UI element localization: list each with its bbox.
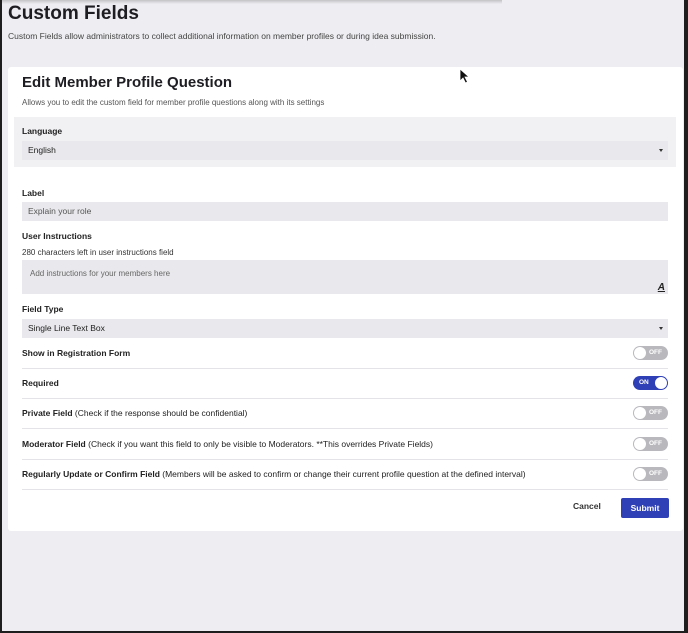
toggle-label: Moderator Field — [22, 439, 86, 449]
cancel-button[interactable]: Cancel — [573, 501, 601, 511]
registration-toggle[interactable]: OFF — [633, 346, 668, 360]
toggle-note: (Check if the response should be confide… — [72, 408, 248, 418]
toggle-label: Regularly Update or Confirm Field — [22, 469, 160, 479]
toggle-knob — [634, 438, 646, 450]
toggle-row-regular-update: Regularly Update or Confirm Field (Membe… — [22, 459, 668, 490]
edit-question-card: Edit Member Profile Question Allows you … — [8, 67, 683, 531]
toggle-note: (Check if you want this field to only be… — [85, 439, 433, 449]
moderator-field-toggle[interactable]: OFF — [633, 437, 668, 451]
toggle-state: OFF — [649, 470, 662, 477]
app-screen: Custom Fields Custom Fields allow admini… — [2, 0, 686, 631]
page-title: Custom Fields — [8, 3, 139, 24]
chevron-down-icon — [659, 149, 663, 152]
field-type-select[interactable]: Single Line Text Box — [22, 319, 668, 338]
toggle-row-moderator: Moderator Field (Check if you want this … — [22, 429, 668, 460]
toggle-label: Required — [22, 378, 59, 388]
chevron-down-icon — [659, 327, 663, 330]
instructions-textarea[interactable]: Add instructions for your members here A — [22, 260, 668, 294]
language-select[interactable]: English — [22, 141, 668, 160]
text-format-icon[interactable]: A — [658, 282, 665, 293]
toggle-row-registration: Show in Registration Form OFF — [22, 338, 668, 369]
language-panel: Language English — [14, 117, 676, 167]
toggle-state: OFF — [649, 349, 662, 356]
toggle-row-required: Required ON — [22, 368, 668, 399]
toggle-row-private: Private Field (Check if the response sho… — [22, 398, 668, 429]
mouse-cursor-icon — [459, 68, 471, 84]
toggle-label: Show in Registration Form — [22, 348, 131, 358]
label-input[interactable]: Explain your role — [22, 202, 668, 221]
toggle-knob — [634, 407, 646, 419]
private-field-toggle[interactable]: OFF — [633, 406, 668, 420]
card-subtitle: Allows you to edit the custom field for … — [22, 98, 325, 107]
instructions-label: User Instructions — [22, 231, 92, 241]
regular-update-toggle[interactable]: OFF — [633, 467, 668, 481]
toggle-knob — [634, 347, 646, 359]
toggle-knob — [634, 468, 646, 480]
field-type-label: Field Type — [22, 304, 64, 314]
instructions-placeholder: Add instructions for your members here — [30, 269, 171, 278]
card-title: Edit Member Profile Question — [22, 74, 233, 91]
toggle-knob — [655, 377, 667, 389]
instructions-helper: 280 characters left in user instructions… — [22, 248, 174, 257]
required-toggle[interactable]: ON — [633, 376, 668, 390]
submit-button[interactable]: Submit — [621, 498, 669, 518]
label-field-label: Label — [22, 188, 45, 198]
language-label: Language — [22, 126, 63, 136]
toggle-state: OFF — [649, 409, 662, 416]
toggle-state: OFF — [649, 440, 662, 447]
toggle-note: (Members will be asked to confirm or cha… — [159, 469, 526, 479]
toggle-state: ON — [639, 379, 649, 386]
page-description: Custom Fields allow administrators to co… — [8, 31, 436, 41]
toggle-label: Private Field — [22, 408, 73, 418]
language-value: English — [28, 145, 56, 155]
field-type-value: Single Line Text Box — [28, 323, 105, 333]
